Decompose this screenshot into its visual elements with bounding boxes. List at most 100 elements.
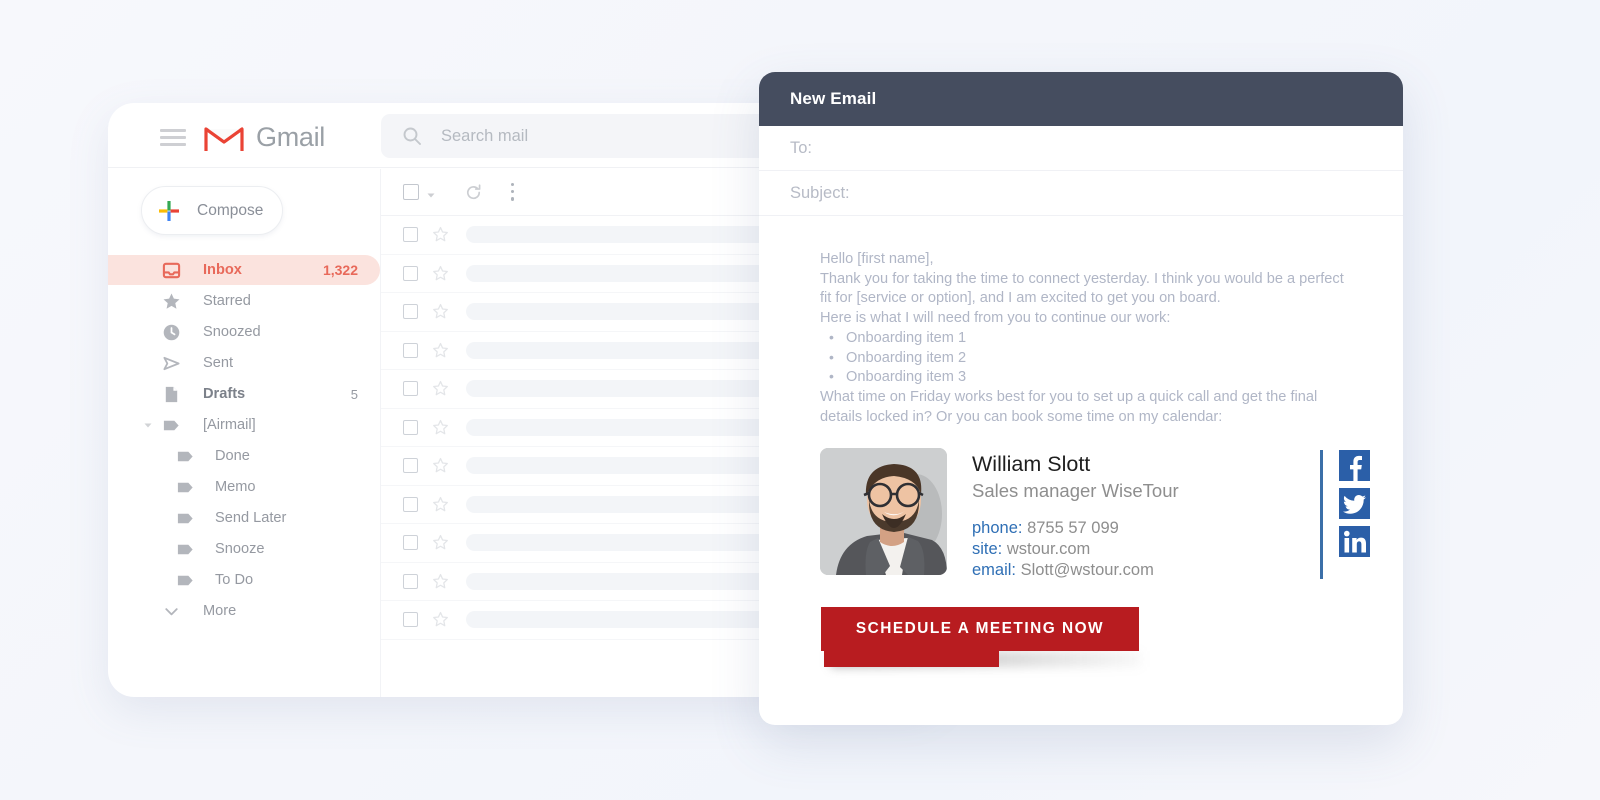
more-vertical-icon[interactable] [511,182,516,202]
twitter-icon[interactable] [1339,488,1370,520]
inbox-icon [161,260,181,280]
sidebar-item-label: Inbox [203,262,242,278]
clock-icon [161,322,181,342]
inbox-unread-count: 1,322 [322,262,358,278]
avatar [820,448,947,576]
star-icon[interactable] [432,534,449,551]
compose-button-label: Compose [197,201,264,219]
search-icon [402,126,422,146]
sidebar-item-label: To Do [215,572,254,588]
star-icon [161,291,181,311]
row-checkbox[interactable] [403,573,418,589]
drafts-count: 5 [350,386,358,402]
refresh-icon[interactable] [464,183,483,202]
star-icon[interactable] [432,265,449,282]
list-item: Onboarding item 1 [820,328,1370,349]
caret-down-icon[interactable] [426,187,436,198]
draft-icon [161,384,181,404]
list-item: Onboarding item 2 [820,348,1370,369]
sidebar-item-label: Done [215,448,250,464]
to-field-row[interactable]: To: [759,126,1403,171]
sidebar-item-to-do[interactable]: To Do [108,565,380,595]
compose-body[interactable]: Hello [first name], Thank you for taking… [759,216,1403,668]
sidebar-item-snoozed[interactable]: Snoozed [108,317,380,347]
star-icon[interactable] [432,380,449,397]
signature-email-value[interactable]: Slott@wstour.com [1021,561,1154,579]
row-checkbox[interactable] [403,265,418,281]
sidebar-item-label: More [203,603,237,619]
label-icon [161,415,181,435]
row-checkbox[interactable] [403,419,418,435]
sidebar-item-label: Send Later [215,510,287,526]
list-item: Onboarding item 3 [820,367,1370,388]
to-field[interactable]: To: [790,139,812,158]
sidebar-nav: Inbox 1,322 Starred Snoozed Sent Drafts … [108,255,380,626]
row-checkbox[interactable] [403,381,418,397]
signature-site-label: site: [972,540,1003,559]
sidebar-item-label: Drafts [203,386,246,402]
cta-container: SCHEDULE A MEETING NOW [821,607,1141,668]
sidebar-item-starred[interactable]: Starred [108,286,380,316]
star-icon[interactable] [432,573,449,590]
signature-info: William Slott Sales manager WiseTour pho… [972,448,1300,581]
compose-email-window: New Email To: Subject: Hello [first name… [759,72,1403,725]
search-input[interactable]: Search mail [441,127,528,146]
sidebar-item-inbox[interactable]: Inbox 1,322 [108,255,380,285]
row-checkbox[interactable] [403,458,418,474]
label-icon [175,508,195,528]
select-all-checkbox[interactable] [403,184,419,200]
star-icon[interactable] [432,419,449,436]
star-icon[interactable] [432,457,449,474]
signature-phone-row: phone: 8755 57 099 [972,518,1300,539]
sidebar-item-drafts[interactable]: Drafts 5 [108,379,380,409]
row-checkbox[interactable] [403,496,418,512]
signature-site-value[interactable]: wstour.com [1007,540,1090,558]
email-body-text: Hello [first name], Thank you for taking… [820,250,1370,427]
row-checkbox[interactable] [403,227,418,243]
chevron-down-icon [161,601,181,621]
signature-name: William Slott [972,452,1091,477]
star-icon[interactable] [432,611,449,628]
gmail-wordmark: Gmail [256,122,326,152]
signature-contacts: phone: 8755 57 099 site: wstour.com emai… [972,518,1300,581]
sidebar-item-done[interactable]: Done [108,441,380,471]
sidebar-item-sent[interactable]: Sent [108,348,380,378]
sidebar-item-send-later[interactable]: Send Later [108,503,380,533]
schedule-meeting-button[interactable]: SCHEDULE A MEETING NOW [821,607,1139,652]
signature-email-row: email: Slott@wstour.com [972,560,1300,581]
signature-social-links [1339,448,1370,564]
sidebar-item-more[interactable]: More [108,596,380,626]
sidebar-item-label: Sent [203,355,234,371]
linkedin-icon[interactable] [1339,526,1370,558]
sidebar-item-airmail[interactable]: [Airmail] [108,410,380,440]
email-signature: William Slott Sales manager WiseTour pho… [820,448,1370,581]
row-checkbox[interactable] [403,342,418,358]
schedule-meeting-label: SCHEDULE A MEETING NOW [855,620,1105,638]
signature-phone-label: phone: [972,519,1023,538]
label-icon [175,539,195,559]
star-icon[interactable] [432,226,449,243]
body-para2: Here is what I will need from you to con… [820,310,1171,327]
hamburger-icon[interactable] [160,129,186,146]
star-icon[interactable] [432,342,449,359]
label-icon [175,446,195,466]
body-para1-line1: Thank you for taking the time to connect… [820,270,1344,287]
signature-divider [1319,450,1323,580]
row-checkbox[interactable] [403,304,418,320]
onboarding-list: Onboarding item 1 Onboarding item 2 Onbo… [820,328,1370,388]
compose-button[interactable]: Compose [141,186,283,235]
label-icon [175,477,195,497]
sidebar-item-label: [Airmail] [203,417,256,433]
row-checkbox[interactable] [403,535,418,551]
sidebar-item-label: Memo [215,479,256,495]
body-para1-line2: fit for [service or option], and I am ex… [820,290,1221,307]
subject-field[interactable]: Subject: [790,184,850,203]
subject-field-row[interactable]: Subject: [759,171,1403,216]
sidebar-item-snooze[interactable]: Snooze [108,534,380,564]
star-icon[interactable] [432,303,449,320]
facebook-icon[interactable] [1339,450,1370,482]
row-checkbox[interactable] [403,612,418,628]
sidebar-item-memo[interactable]: Memo [108,472,380,502]
caret-down-icon[interactable] [141,418,155,432]
star-icon[interactable] [432,496,449,513]
